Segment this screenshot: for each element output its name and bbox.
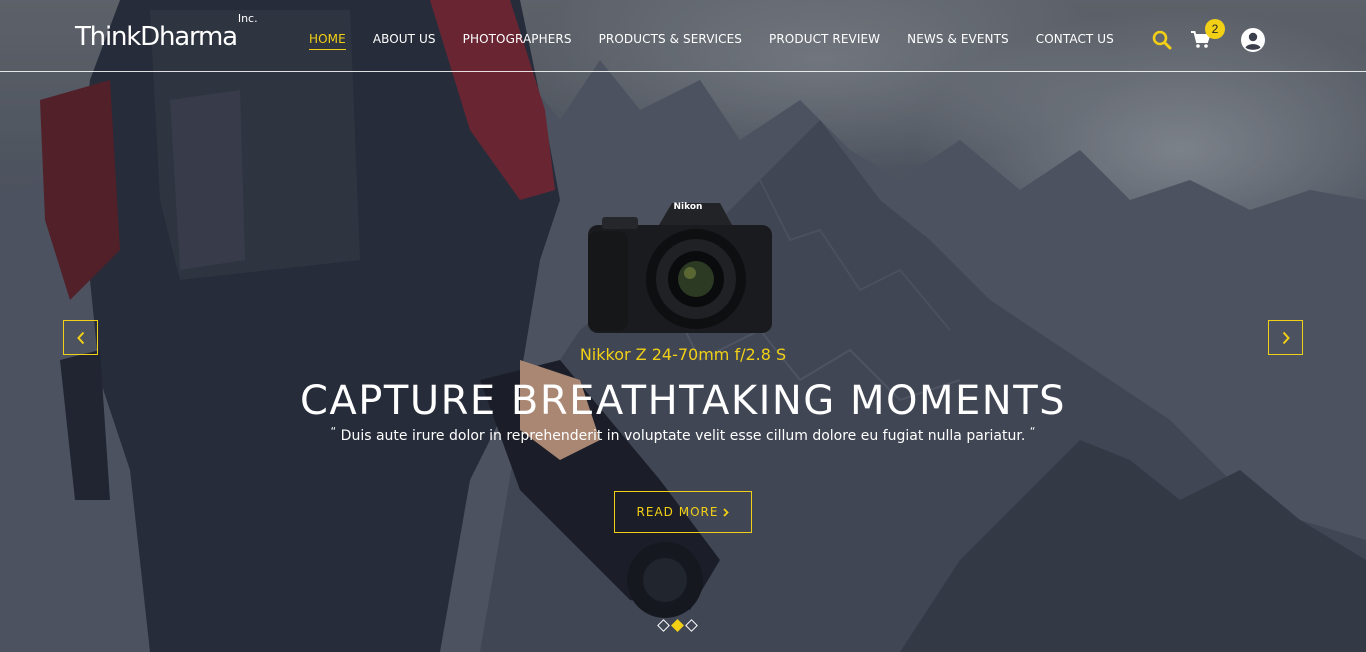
read-more-button[interactable]: READ MORE	[614, 491, 752, 533]
slider-pagination	[657, 619, 698, 632]
hero-quote: “ Duis aute irure dolor in reprehenderit…	[0, 425, 1366, 444]
brand-suffix: Inc.	[237, 12, 258, 26]
chevron-right-icon	[723, 507, 730, 517]
nav-item-contact-us[interactable]: CONTACT US	[1036, 32, 1114, 50]
slider-dot-3[interactable]	[685, 619, 698, 632]
site-header: ThinkDharmaInc. HOME ABOUT US PHOTOGRAPH…	[0, 0, 1366, 72]
brand-logo[interactable]: ThinkDharmaInc.	[75, 12, 258, 52]
user-icon[interactable]	[1241, 28, 1265, 52]
quote-text: Duis aute irure dolor in reprehenderit i…	[340, 428, 1026, 444]
chevron-left-icon	[76, 331, 84, 344]
chevron-right-icon	[1282, 331, 1290, 344]
nav-item-products-services[interactable]: PRODUCTS & SERVICES	[599, 32, 742, 50]
slider-dot-1[interactable]	[657, 619, 670, 632]
hero-slider: ThinkDharmaInc. HOME ABOUT US PHOTOGRAPH…	[0, 0, 1366, 652]
quote-open-mark: “	[330, 425, 337, 438]
camera-brand-label: Nikon	[674, 202, 703, 212]
product-name: Nikkor Z 24-70mm f/2.8 S	[579, 345, 787, 364]
quote-close-mark: “	[1029, 425, 1036, 438]
nav-item-photographers[interactable]: PHOTOGRAPHERS	[463, 32, 572, 50]
main-nav: HOME ABOUT US PHOTOGRAPHERS PRODUCTS & S…	[309, 32, 1141, 50]
nav-item-about-us[interactable]: ABOUT US	[373, 32, 436, 50]
read-more-label: READ MORE	[636, 505, 719, 519]
slider-dot-2[interactable]	[671, 619, 684, 632]
cart-count-badge: 2	[1205, 19, 1225, 39]
nav-item-news-events[interactable]: NEWS & EVENTS	[907, 32, 1009, 50]
nav-item-product-review[interactable]: PRODUCT REVIEW	[769, 32, 880, 50]
nav-item-home[interactable]: HOME	[309, 32, 346, 50]
brand-name: ThinkDharma	[75, 22, 238, 52]
hero-headline: CAPTURE BREATHTAKING MOMENTS	[299, 378, 1067, 424]
camera-product-image: Nikon	[588, 202, 772, 333]
search-icon[interactable]	[1152, 30, 1172, 50]
